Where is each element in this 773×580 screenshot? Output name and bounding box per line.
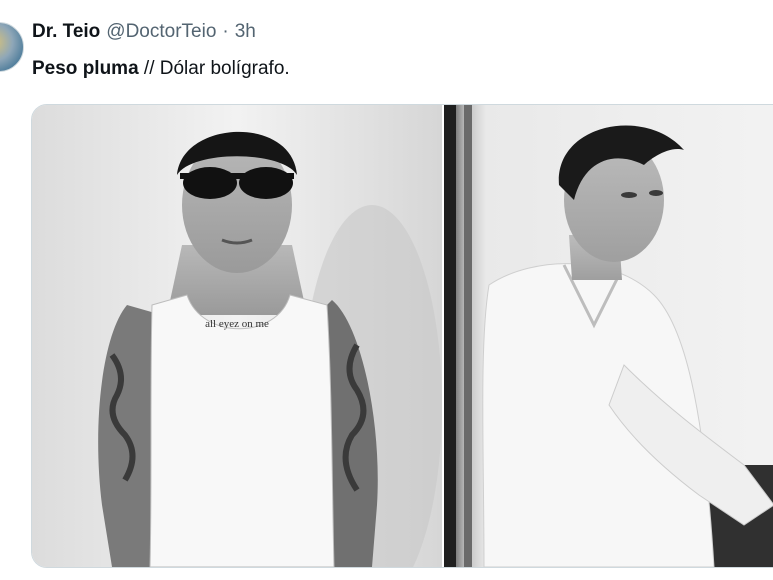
tweet[interactable]: Dr. Teio @DoctorTeio · 3h Peso pluma // … [0, 0, 773, 580]
tweet-text: Peso pluma // Dólar bolígrafo. [32, 58, 290, 80]
tweet-media: all eyez on me [31, 104, 773, 568]
tweet-text-bold: Peso pluma [32, 58, 139, 79]
tattoo-text: all eyez on me [205, 318, 269, 330]
photo-left[interactable]: all eyez on me [32, 105, 442, 567]
tweet-header: Dr. Teio @DoctorTeio · 3h [32, 20, 256, 44]
tweet-timestamp[interactable]: 3h [235, 21, 256, 43]
author-handle[interactable]: @DoctorTeio [106, 21, 216, 43]
tweet-text-rest: // Dólar bolígrafo. [138, 58, 290, 79]
avatar[interactable] [0, 22, 24, 72]
photo-right[interactable] [444, 105, 773, 567]
person-tank-top-photo-icon: all eyez on me [32, 105, 442, 567]
person-white-shirt-photo-icon [444, 105, 773, 567]
author-name[interactable]: Dr. Teio [32, 21, 100, 43]
header-separator: · [222, 21, 229, 42]
